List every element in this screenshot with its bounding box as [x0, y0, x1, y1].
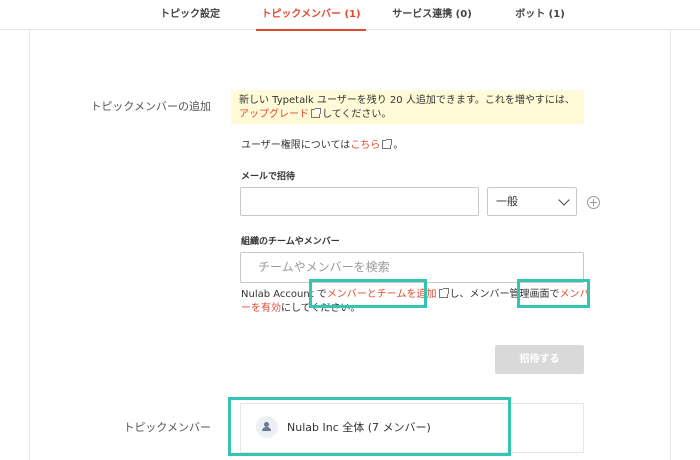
- email-input[interactable]: [240, 187, 479, 216]
- search-placeholder: チームやメンバーを検索: [258, 260, 390, 274]
- notice-text: 新しい Typetalk ユーザーを残り 20 人追加できます。これを増やすには…: [239, 95, 575, 106]
- add-members-label: トピックメンバーの追加: [90, 100, 211, 113]
- add-email-plus-icon[interactable]: [587, 196, 600, 209]
- role-select[interactable]: 一般: [487, 187, 577, 216]
- invite-button[interactable]: 招待する: [495, 345, 584, 374]
- permission-suffix: 。: [393, 140, 404, 151]
- notice-suffix: してください。: [322, 109, 392, 120]
- upgrade-notice: 新しい Typetalk ユーザーを残り 20 人追加できます。これを増やすには…: [231, 90, 584, 124]
- topic-members-label: トピックメンバー: [123, 421, 211, 434]
- email-invite-label: メールで招待: [241, 172, 296, 182]
- external-link-icon: [438, 288, 449, 298]
- role-select-value: 一般: [496, 195, 518, 208]
- highlight-member-entry: [228, 397, 511, 456]
- chevron-down-icon: [558, 194, 570, 206]
- frame-left-border: [29, 30, 30, 460]
- upgrade-link[interactable]: アップグレード: [239, 109, 309, 120]
- tab-topic-settings[interactable]: トピック設定: [150, 0, 230, 30]
- highlight-add-members-link: [309, 279, 427, 308]
- external-link-icon: [382, 139, 393, 149]
- permission-link[interactable]: こちら: [350, 140, 380, 151]
- permission-text: ユーザー権限については: [241, 140, 351, 151]
- tab-topic-members[interactable]: トピックメンバー (1): [256, 0, 366, 31]
- permission-note: ユーザー権限についてはこちら 。: [241, 139, 403, 153]
- tab-bar: トピック設定 トピックメンバー (1) サービス連携 (0) ボット (1): [0, 0, 700, 31]
- frame-right-border: [670, 30, 671, 460]
- external-link-icon: [311, 108, 321, 118]
- tab-bots[interactable]: ボット (1): [505, 0, 575, 30]
- highlight-enable-members-link: [517, 279, 590, 308]
- tab-service-integration[interactable]: サービス連携 (0): [382, 0, 482, 30]
- org-members-label: 組織のチームやメンバー: [241, 237, 340, 247]
